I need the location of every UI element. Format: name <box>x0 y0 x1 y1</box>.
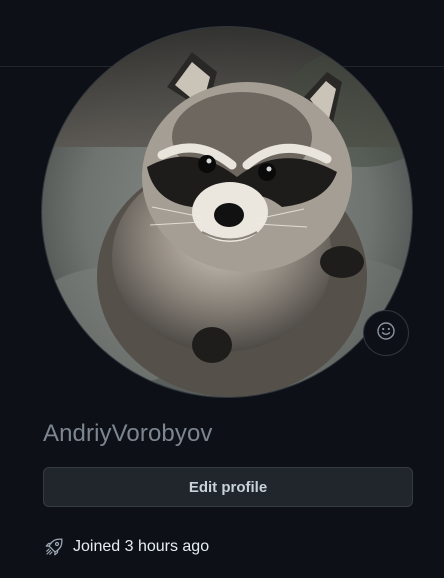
set-status-button[interactable] <box>363 310 409 356</box>
rocket-icon <box>43 536 65 558</box>
joined-text: Joined 3 hours ago <box>73 538 210 555</box>
joined-info: Joined 3 hours ago <box>43 535 209 559</box>
username: AndriyVorobyov <box>43 420 213 447</box>
avatar[interactable] <box>42 27 412 397</box>
smiley-icon <box>376 321 396 346</box>
profile-sidebar: AndriyVorobyov Edit profile Joined 3 hou… <box>0 0 444 578</box>
edit-profile-button[interactable]: Edit profile <box>43 467 413 507</box>
avatar-container <box>42 27 412 397</box>
